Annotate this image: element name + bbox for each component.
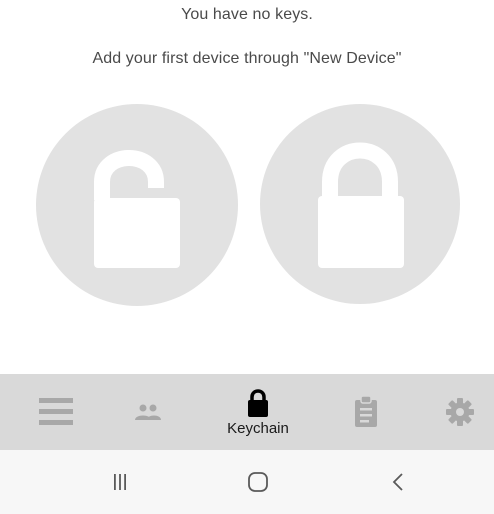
locked-padlock-icon	[260, 104, 460, 304]
nav-item-keychain-label: Keychain	[227, 419, 289, 437]
people-icon	[135, 404, 161, 420]
system-navigation-bar	[0, 450, 494, 514]
bottom-navigation-bar: Keychain	[0, 374, 494, 450]
hamburger-menu-icon	[39, 398, 73, 425]
home-button[interactable]	[238, 450, 278, 514]
nav-item-keychain[interactable]: Keychain	[208, 374, 308, 450]
nav-item-people[interactable]	[126, 374, 170, 450]
back-icon	[392, 473, 403, 491]
gear-icon	[446, 398, 474, 426]
empty-state-subtitle: Add your first device through "New Devic…	[92, 50, 402, 67]
nav-item-settings[interactable]	[440, 374, 480, 450]
clipboard-icon	[355, 396, 377, 427]
nav-item-menu[interactable]	[36, 374, 76, 450]
locked-padlock-illustration	[260, 104, 460, 304]
app-screen: You have no keys. Add your first device …	[0, 0, 494, 514]
back-button[interactable]	[378, 450, 418, 514]
empty-state-title: You have no keys.	[181, 6, 313, 23]
home-icon	[248, 472, 268, 492]
recent-apps-button[interactable]	[100, 450, 140, 514]
unlocked-padlock-icon	[36, 104, 238, 306]
padlock-icon	[248, 388, 268, 417]
recent-apps-icon	[114, 474, 126, 490]
unlocked-padlock-illustration	[36, 104, 238, 306]
nav-item-clipboard[interactable]	[346, 374, 386, 450]
